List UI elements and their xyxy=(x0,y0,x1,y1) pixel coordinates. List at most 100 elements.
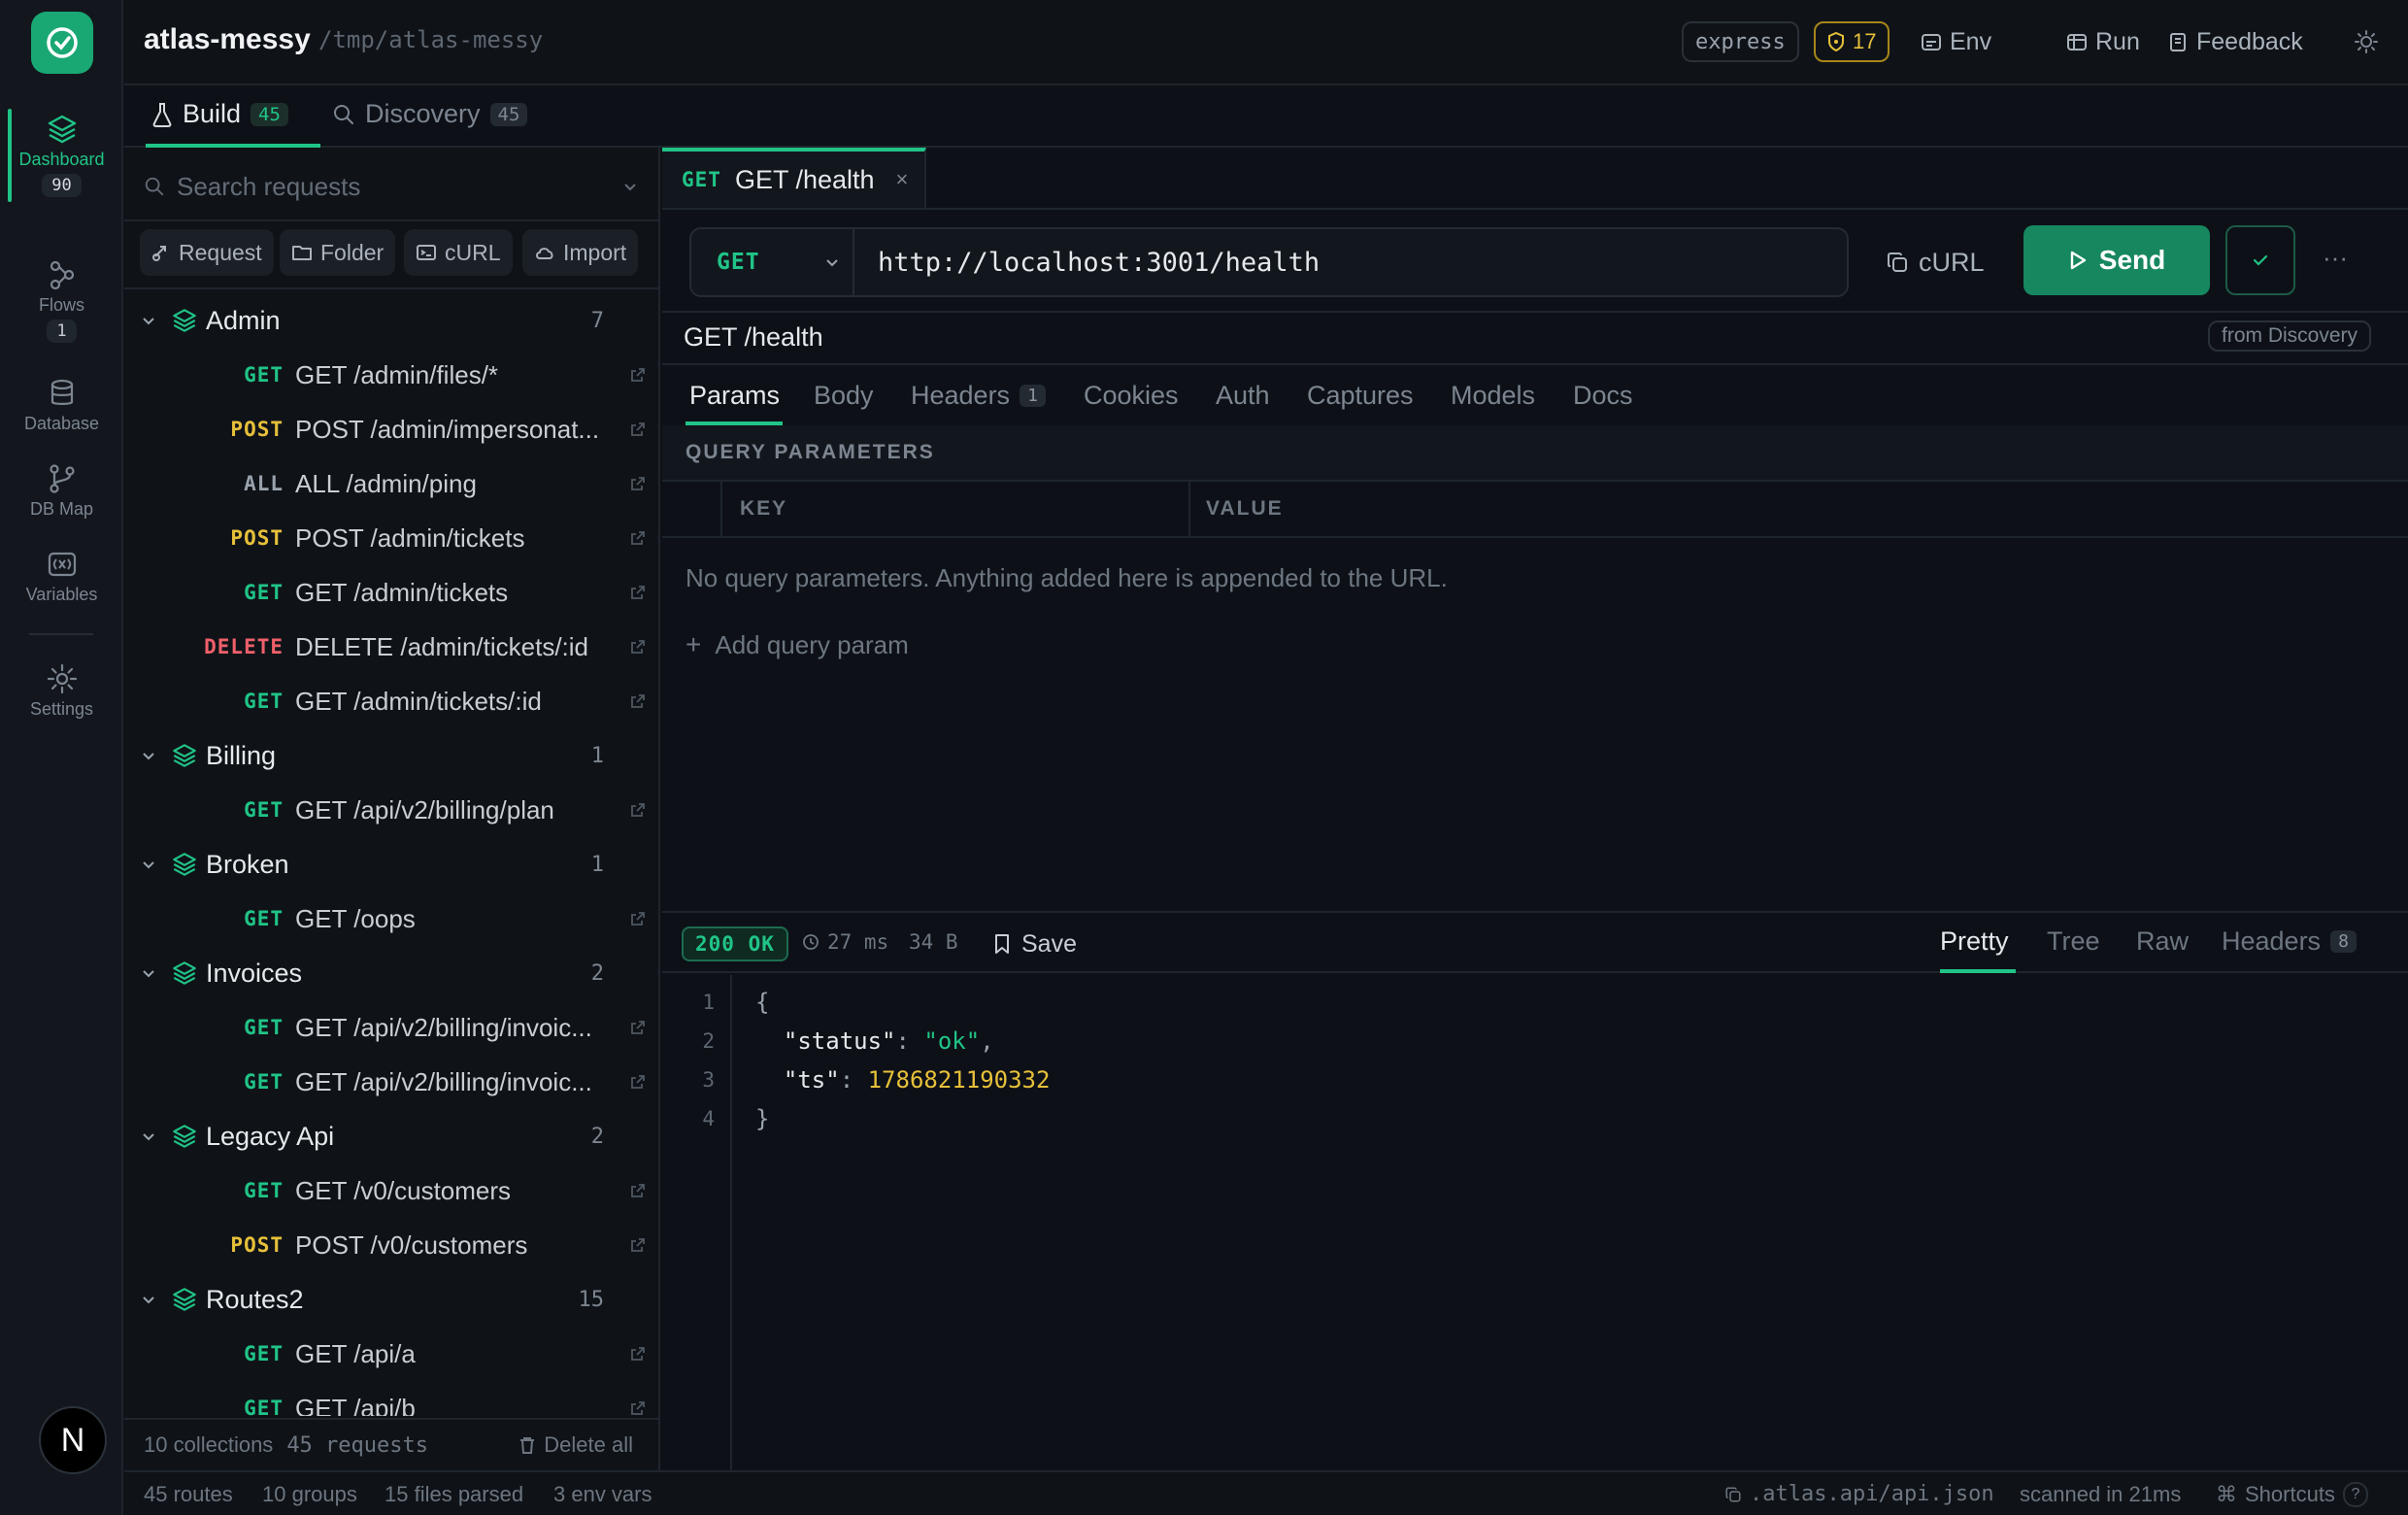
logo-icon xyxy=(47,27,78,58)
open-external-icon[interactable] xyxy=(629,1345,647,1363)
chevron-down-icon[interactable] xyxy=(140,1291,157,1308)
rail-item-variables[interactable]: Variables xyxy=(0,548,123,605)
avatar[interactable]: N xyxy=(39,1406,107,1474)
collection-row[interactable]: Admin 7 xyxy=(124,293,660,348)
open-external-icon[interactable] xyxy=(629,692,647,710)
run-icon xyxy=(2067,34,2087,50)
tab-build[interactable]: Build 45 xyxy=(151,99,288,129)
collection-row[interactable]: Routes2 15 xyxy=(124,1272,660,1327)
collection-row[interactable]: Legacy Api 2 xyxy=(124,1109,660,1163)
request-row[interactable]: GET GET /api/v2/billing/plan xyxy=(124,783,660,837)
tab-captures[interactable]: Captures xyxy=(1307,381,1414,411)
request-row[interactable]: DELETE DELETE /admin/tickets/:id xyxy=(124,620,660,674)
tab-pretty[interactable]: Pretty xyxy=(1940,926,2009,957)
chevron-down-icon[interactable] xyxy=(140,312,157,329)
open-external-icon[interactable] xyxy=(629,638,647,656)
tab-params[interactable]: Params xyxy=(689,381,780,411)
delete-all-button[interactable]: Delete all xyxy=(518,1432,633,1458)
chevron-down-icon[interactable] xyxy=(140,964,157,982)
request-row[interactable]: POST POST /admin/impersonat... xyxy=(124,402,660,456)
open-external-icon[interactable] xyxy=(629,801,647,819)
tab-cookies[interactable]: Cookies xyxy=(1084,381,1179,411)
tab-body[interactable]: Body xyxy=(814,381,874,411)
tab-auth[interactable]: Auth xyxy=(1216,381,1270,411)
collection-count: 1 xyxy=(590,852,604,877)
open-external-icon[interactable] xyxy=(629,529,647,547)
import-curl-button[interactable]: cURL xyxy=(404,229,513,276)
collection-row[interactable]: Billing 1 xyxy=(124,728,660,783)
open-external-icon[interactable] xyxy=(629,366,647,384)
new-request-button[interactable]: Request xyxy=(140,229,274,276)
open-external-icon[interactable] xyxy=(629,1399,647,1416)
tab-response-headers[interactable]: Headers 8 xyxy=(2222,926,2357,957)
request-row[interactable]: POST POST /v0/customers xyxy=(124,1218,660,1272)
app-logo[interactable] xyxy=(31,12,93,74)
divider xyxy=(662,363,2408,365)
rail-item-settings[interactable]: Settings xyxy=(0,662,123,720)
tab-tree[interactable]: Tree xyxy=(2047,926,2100,957)
open-external-icon[interactable] xyxy=(629,421,647,438)
shortcuts-button[interactable]: ⌘ Shortcuts ? xyxy=(2216,1482,2368,1507)
tab-models[interactable]: Models xyxy=(1451,381,1535,411)
env-button[interactable]: Env xyxy=(1921,21,1991,62)
open-external-icon[interactable] xyxy=(629,1019,647,1036)
save-response-button[interactable]: Save xyxy=(992,926,1077,961)
copy-curl-button[interactable]: cURL xyxy=(1886,227,1985,297)
request-row[interactable]: GET GET /oops xyxy=(124,892,660,946)
mode-tabs: Build 45 Discovery 45 xyxy=(124,87,2408,148)
framework-badge[interactable]: express xyxy=(1682,21,1799,62)
request-row[interactable]: GET GET /api/v2/billing/invoic... xyxy=(124,1000,660,1055)
collection-name: Invoices xyxy=(206,958,303,988)
request-row[interactable]: GET GET /admin/files/* xyxy=(124,348,660,402)
tab-discovery[interactable]: Discovery 45 xyxy=(332,99,528,129)
open-external-icon[interactable] xyxy=(629,1182,647,1199)
line-number: 2 xyxy=(702,1029,715,1053)
request-title[interactable]: GET /health xyxy=(684,322,823,353)
open-external-icon[interactable] xyxy=(629,1073,647,1091)
spec-file-link[interactable]: .atlas.api/api.json xyxy=(1724,1482,1994,1506)
chevron-down-icon[interactable] xyxy=(140,856,157,873)
tab-headers[interactable]: Headers 1 xyxy=(911,381,1046,411)
request-row[interactable]: GET GET /api/b xyxy=(124,1381,660,1416)
open-external-icon[interactable] xyxy=(629,910,647,927)
request-tree: Admin 7 GET GET /admin/files/* POST POST /adm… xyxy=(124,293,660,1416)
rail-item-database[interactable]: Database xyxy=(0,377,123,434)
open-external-icon[interactable] xyxy=(629,1236,647,1254)
request-tab-active[interactable]: GET GET /health × xyxy=(662,148,926,208)
request-row[interactable]: GET GET /v0/customers xyxy=(124,1163,660,1218)
env-vars-count: 3 env vars xyxy=(553,1482,652,1506)
tab-raw[interactable]: Raw xyxy=(2136,926,2189,957)
more-options-icon[interactable]: ··· xyxy=(2323,243,2348,273)
feedback-button[interactable]: Feedback xyxy=(2167,21,2303,62)
send-button[interactable]: Send xyxy=(2023,225,2210,295)
chevron-down-icon[interactable] xyxy=(621,178,639,195)
open-external-icon[interactable] xyxy=(629,475,647,492)
close-icon[interactable]: × xyxy=(896,167,909,192)
open-external-icon[interactable] xyxy=(629,584,647,601)
request-row[interactable]: GET GET /admin/tickets xyxy=(124,565,660,620)
search-input[interactable]: Search requests xyxy=(144,165,639,208)
rail-item-flows[interactable]: Flows 1 xyxy=(0,258,123,343)
request-row[interactable]: POST POST /admin/tickets xyxy=(124,511,660,565)
warnings-badge[interactable]: 17 xyxy=(1814,21,1890,62)
rail-item-db-map[interactable]: DB Map xyxy=(0,462,123,520)
rail-item-dashboard[interactable]: Dashboard 90 xyxy=(0,113,123,197)
request-row[interactable]: GET GET /admin/tickets/:id xyxy=(124,674,660,728)
chevron-down-icon[interactable] xyxy=(140,1128,157,1145)
request-row[interactable]: GET GET /api/a xyxy=(124,1327,660,1381)
add-query-param-button[interactable]: + Add query param xyxy=(686,629,909,660)
confirm-button[interactable] xyxy=(2225,225,2295,295)
chevron-down-icon[interactable] xyxy=(140,747,157,764)
url-input[interactable]: http://localhost:3001/health xyxy=(854,227,1849,297)
request-row[interactable]: ALL ALL /admin/ping xyxy=(124,456,660,511)
collection-row[interactable]: Broken 1 xyxy=(124,837,660,892)
theme-toggle[interactable] xyxy=(2354,29,2379,54)
run-button[interactable]: Run xyxy=(2066,21,2140,62)
request-row[interactable]: GET GET /api/v2/billing/invoic... xyxy=(124,1055,660,1109)
method-select[interactable]: GET xyxy=(689,227,854,297)
tab-docs[interactable]: Docs xyxy=(1573,381,1633,411)
new-folder-button[interactable]: Folder xyxy=(280,229,396,276)
import-button[interactable]: Import xyxy=(522,229,639,276)
collection-row[interactable]: Invoices 2 xyxy=(124,946,660,1000)
top-bar: atlas-messy /tmp/atlas-messy express 17 … xyxy=(124,0,2408,85)
